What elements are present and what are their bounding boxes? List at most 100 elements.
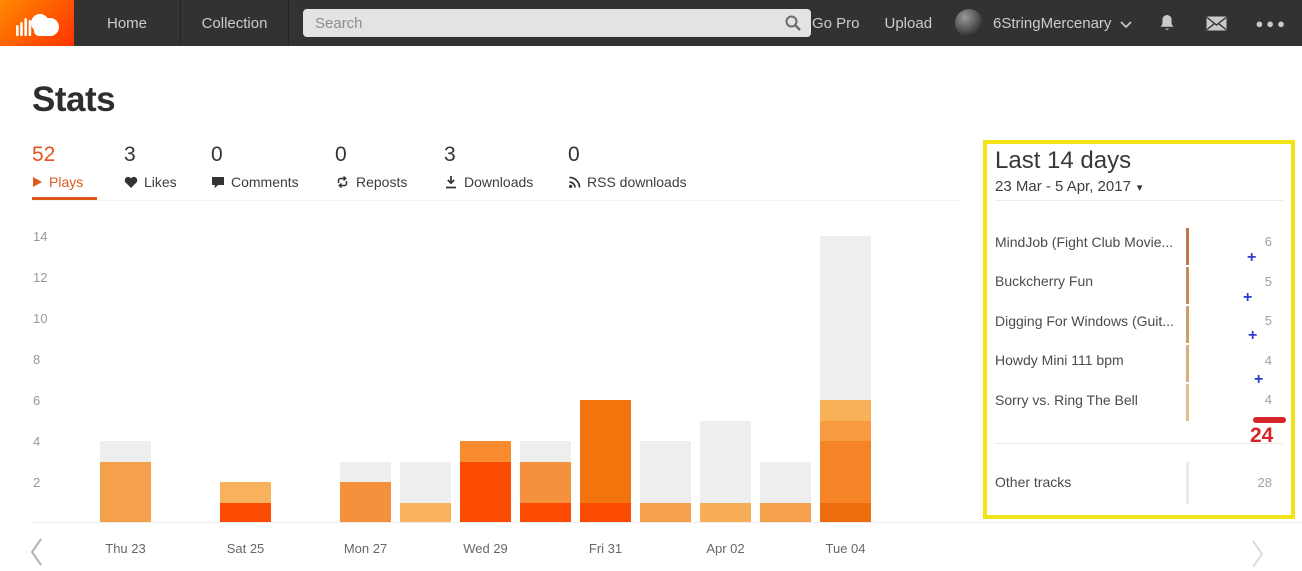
- bar-segment-thu-30[interactable]: [520, 461, 571, 503]
- nav-separator: [288, 0, 289, 46]
- track-play-count: 6: [1264, 234, 1272, 250]
- track-list: MindJob (Fight Club Movie... 6 Buckcherry …: [995, 222, 1283, 420]
- panel-divider: [995, 443, 1283, 444]
- notifications-bell-icon[interactable]: [1158, 14, 1176, 33]
- tab-comments[interactable]: 0 Comments: [211, 143, 299, 190]
- track-mini-bar: [1186, 267, 1189, 304]
- play-icon: [32, 176, 43, 188]
- x-axis-label: Mon 27: [343, 541, 388, 556]
- tab-label: Downloads: [464, 174, 534, 190]
- bar-segment-tue-04[interactable]: [820, 502, 871, 523]
- tab-rss-downloads[interactable]: 0 RSS downloads: [568, 143, 687, 190]
- x-axis-label: Sat 25: [226, 541, 265, 556]
- chevron-down-icon[interactable]: [1120, 20, 1133, 29]
- track-name: Howdy Mini 111 bpm: [995, 352, 1124, 369]
- go-pro-link[interactable]: Go Pro: [812, 15, 860, 32]
- x-axis-label: Fri 31: [588, 541, 623, 556]
- other-tracks-row[interactable]: Other tracks 28: [995, 454, 1283, 510]
- nav-collection[interactable]: Collection: [181, 0, 288, 46]
- bar-segment-apr-02[interactable]: [700, 502, 751, 523]
- bar-segment-thu-23[interactable]: [100, 441, 151, 462]
- repost-icon: [335, 175, 350, 189]
- avatar[interactable]: [955, 9, 984, 37]
- bar-segment-thu-30[interactable]: [520, 441, 571, 462]
- date-range-selector[interactable]: 23 Mar - 5 Apr, 2017 ▾: [995, 178, 1142, 195]
- y-axis-tick: 10: [33, 311, 48, 326]
- messages-mail-icon[interactable]: [1206, 16, 1227, 31]
- track-mini-bar: [1186, 384, 1189, 421]
- track-row[interactable]: MindJob (Fight Club Movie... 6: [995, 222, 1283, 262]
- track-play-count: 5: [1264, 313, 1272, 329]
- tab-label: RSS downloads: [587, 174, 687, 190]
- tab-likes[interactable]: 3 Likes: [124, 143, 177, 190]
- bar-segment-tue-04[interactable]: [820, 441, 871, 503]
- bar-segment-mon-03[interactable]: [760, 502, 811, 523]
- bar-segment-tue-04[interactable]: [820, 400, 871, 421]
- track-row[interactable]: Sorry vs. Ring The Bell 4: [995, 380, 1283, 420]
- other-tracks-count: 28: [1257, 474, 1272, 490]
- x-axis-label: Thu 23: [105, 541, 146, 556]
- bar-segment-sat-25[interactable]: [220, 502, 271, 523]
- bar-segment-thu-30[interactable]: [520, 502, 571, 523]
- bar-segment-tue-04[interactable]: [820, 236, 871, 400]
- tab-value: 0: [568, 143, 580, 166]
- panel-title: Last 14 days: [995, 147, 1132, 174]
- bar-segment-fri-31[interactable]: [580, 502, 631, 523]
- username[interactable]: 6StringMercenary: [993, 15, 1111, 32]
- bar-segment-wed-29[interactable]: [460, 441, 511, 462]
- bar-segment-wed-29[interactable]: [460, 461, 511, 523]
- track-row[interactable]: Howdy Mini 111 bpm 4: [995, 341, 1283, 381]
- bar-segment-thu-23[interactable]: [100, 461, 151, 523]
- track-name: Digging For Windows (Guit...: [995, 312, 1174, 329]
- y-axis-tick: 2: [33, 475, 41, 490]
- track-row[interactable]: Digging For Windows (Guit... 5: [995, 301, 1283, 341]
- tab-value: 0: [335, 143, 347, 166]
- x-axis-label: Tue 04: [825, 541, 866, 556]
- bar-segment-tue-28[interactable]: [400, 502, 451, 523]
- soundcloud-stats-page: Home Collection Go Pro Upload 6StringMer…: [0, 0, 1302, 571]
- more-options-icon[interactable]: ●●●: [1255, 16, 1288, 31]
- tab-reposts[interactable]: 0 Reposts: [335, 143, 407, 190]
- tab-downloads[interactable]: 3 Downloads: [444, 143, 533, 190]
- search-bar: [303, 9, 811, 37]
- chart-next-button[interactable]: [1248, 539, 1266, 571]
- top-nav: Home Collection Go Pro Upload 6StringMer…: [0, 0, 1302, 46]
- search-input[interactable]: [303, 14, 784, 32]
- bar-segment-sat-01[interactable]: [640, 502, 691, 523]
- nav-collection-label: Collection: [201, 14, 268, 32]
- page-title: Stats: [32, 80, 116, 119]
- header-right: Go Pro Upload 6StringMercenary ●●●: [812, 9, 1302, 37]
- search-icon[interactable]: [784, 14, 802, 32]
- bar-segment-sat-25[interactable]: [220, 482, 271, 503]
- sum-underline-annotation: [1253, 417, 1286, 423]
- date-range-label: 23 Mar - 5 Apr, 2017: [995, 178, 1131, 195]
- bar-segment-apr-02[interactable]: [700, 420, 751, 503]
- bar-segment-fri-31[interactable]: [580, 400, 631, 503]
- chart-prev-button[interactable]: [28, 537, 46, 571]
- chart-baseline: [33, 522, 1302, 523]
- bar-segment-tue-04[interactable]: [820, 420, 871, 441]
- tab-plays[interactable]: 52 Plays: [32, 143, 83, 190]
- bar-segment-mon-03[interactable]: [760, 461, 811, 503]
- bar-segment-sat-01[interactable]: [640, 441, 691, 503]
- download-icon: [444, 175, 458, 189]
- track-row[interactable]: Buckcherry Fun 5: [995, 262, 1283, 302]
- track-play-count: 4: [1264, 392, 1272, 408]
- upload-link[interactable]: Upload: [885, 15, 933, 32]
- tab-label: Reposts: [356, 174, 408, 190]
- x-axis-label: Wed 29: [463, 541, 508, 556]
- plus-annotation: +: [1248, 327, 1258, 344]
- track-mini-bar: [1186, 306, 1189, 343]
- track-name: Sorry vs. Ring The Bell: [995, 391, 1138, 408]
- tab-value: 3: [124, 143, 136, 166]
- nav-home[interactable]: Home: [74, 0, 180, 46]
- plus-annotation: +: [1254, 371, 1264, 388]
- bar-segment-tue-28[interactable]: [400, 461, 451, 503]
- soundcloud-logo[interactable]: [0, 0, 74, 46]
- bar-segment-mon-27[interactable]: [340, 482, 391, 523]
- tab-label: Likes: [144, 174, 177, 190]
- sum-value-annotation: 24: [1250, 424, 1274, 447]
- bar-segment-mon-27[interactable]: [340, 461, 391, 482]
- panel-divider: [995, 200, 1283, 201]
- tabs-divider: [32, 200, 961, 201]
